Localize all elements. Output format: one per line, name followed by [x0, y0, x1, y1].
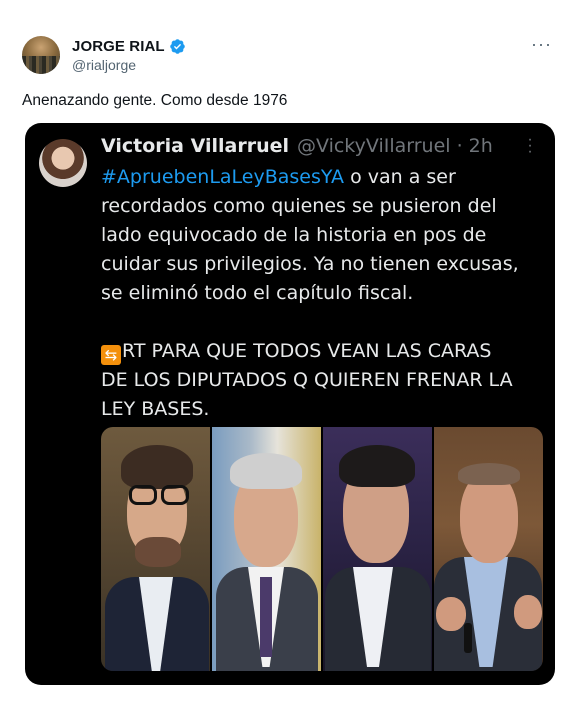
quoted-line-3: lado equivocado de la historia en pos de	[101, 224, 487, 246]
author-handle[interactable]: @rialjorge	[72, 57, 136, 73]
person-photo-speaking	[434, 427, 543, 671]
person-photo-dark-hair	[323, 427, 432, 671]
tweet-text: Anenazando gente. Como desde 1976	[22, 92, 288, 109]
quoted-header: Victoria Villarruel @VickyViIlarruel · 2…	[101, 135, 493, 157]
verified-badge-icon	[169, 39, 185, 54]
quoted-author-handle: @VickyViIlarruel	[297, 135, 451, 157]
author-avatar[interactable]	[22, 36, 60, 74]
quoted-author-name: Victoria Villarruel	[101, 135, 289, 157]
quoted-more-icon: · · ·	[527, 131, 533, 160]
quoted-timestamp: 2h	[468, 135, 493, 157]
rt-line-3: LEY BASES.	[101, 398, 210, 420]
quoted-separator: ·	[456, 135, 463, 157]
repeat-emoji-icon: ⇆	[101, 345, 121, 365]
quoted-author-avatar	[39, 139, 87, 187]
tweet-header: JORGE RIAL @rialjorge ···	[22, 35, 552, 76]
quoted-tweet-image[interactable]: Victoria Villarruel @VickyViIlarruel · 2…	[25, 123, 555, 685]
quoted-line-2: recordados como quienes se pusieron del	[101, 195, 497, 217]
photo-grid	[101, 427, 543, 671]
person-photo-gray-hair	[212, 427, 321, 671]
author-name-row: JORGE RIAL	[72, 38, 186, 55]
quoted-text: #ApruebenLaLeyBasesYA o van a ser record…	[101, 163, 541, 424]
hashtag-link: #ApruebenLaLeyBasesYA	[101, 166, 345, 188]
person-photo-glasses	[101, 427, 210, 671]
quoted-line-1: #ApruebenLaLeyBasesYA o van a ser	[101, 166, 456, 188]
rt-line-1: ⇆ RT PARA QUE TODOS VEAN LAS CARAS	[101, 337, 541, 366]
more-options-icon[interactable]: ···	[531, 35, 552, 53]
quoted-line-5: se eliminó todo el capítulo fiscal.	[101, 282, 414, 304]
rt-line-2: DE LOS DIPUTADOS Q QUIEREN FRENAR LA	[101, 369, 513, 391]
tweet: JORGE RIAL @rialjorge ··· Anenazando gen…	[0, 0, 571, 702]
author-display-name[interactable]: JORGE RIAL	[72, 38, 165, 55]
quoted-line-4: cuidar sus privilegios. Ya no tienen exc…	[101, 253, 519, 275]
